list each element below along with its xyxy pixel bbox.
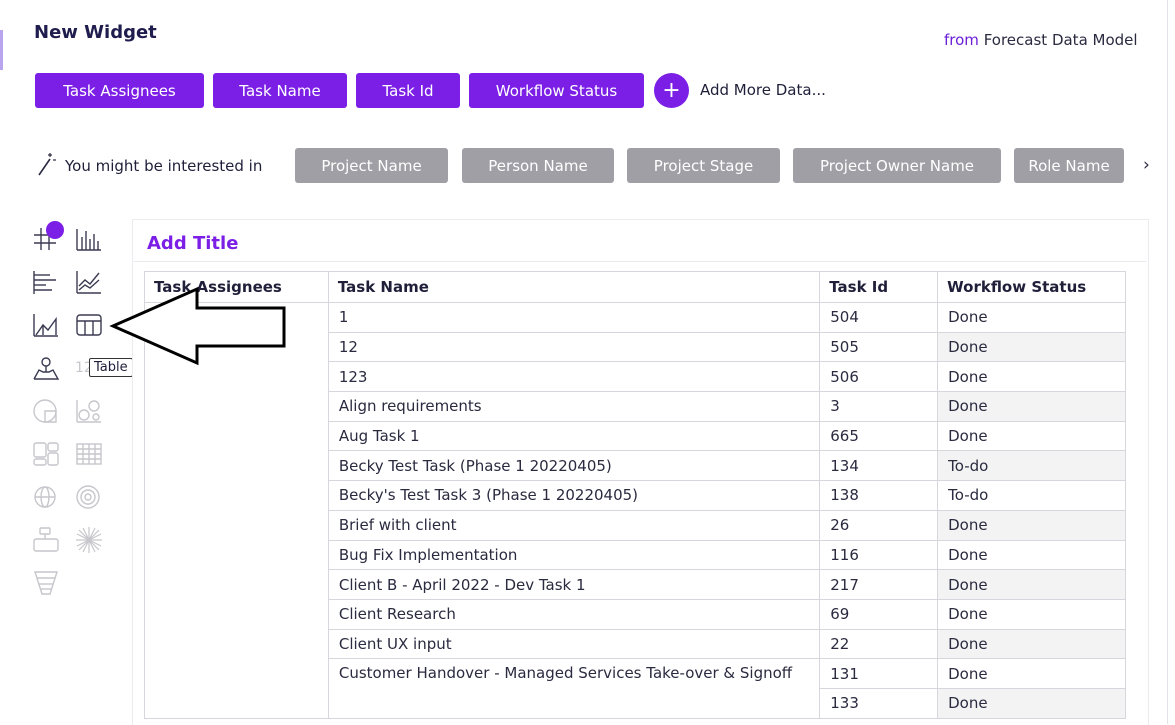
cell-task-name[interactable]: Client UX input [327, 628, 821, 660]
from-keyword: from [944, 31, 979, 49]
cell-task-name[interactable]: Align requirements [327, 391, 821, 422]
cell-task-id[interactable]: 69 [819, 598, 939, 630]
widget-title[interactable]: New Widget [34, 22, 157, 43]
cell-task-name[interactable]: 12 [327, 331, 821, 363]
area-chart-icon[interactable] [32, 311, 60, 339]
column-header-task-id[interactable]: Task Id [819, 271, 939, 303]
cell-task-name[interactable]: Becky's Test Task 3 (Phase 1 20220405) [327, 480, 821, 511]
cell-task-name[interactable]: 123 [327, 361, 821, 393]
suggestion-chip-person-name[interactable]: Person Name [462, 148, 614, 183]
suggestions-label: You might be interested in [65, 157, 263, 175]
cell-workflow-status[interactable]: Done [937, 687, 1126, 719]
cell-workflow-status[interactable]: Done [937, 302, 1126, 333]
horizontal-bar-icon[interactable] [32, 268, 60, 296]
cell-workflow-status[interactable]: Done [937, 539, 1126, 571]
column-header-workflow-status[interactable]: Workflow Status [937, 271, 1126, 303]
field-chip-workflow-status[interactable]: Workflow Status [469, 73, 644, 108]
cell-task-id[interactable]: 133 [819, 687, 939, 719]
cell-task-name[interactable]: Client B - April 2022 - Dev Task 1 [327, 569, 821, 600]
cell-task-id[interactable]: 116 [819, 539, 939, 571]
cell-task-name[interactable]: Becky Test Task (Phase 1 20220405) [327, 450, 821, 482]
cell-task-id[interactable]: 134 [819, 450, 939, 482]
cell-task-id[interactable]: 138 [819, 480, 939, 511]
bubble-icon[interactable] [75, 397, 103, 425]
cell-task-name[interactable]: Client Research [327, 598, 821, 630]
annotation-arrow [109, 286, 286, 366]
field-chip-task-name[interactable]: Task Name [213, 73, 347, 108]
cell-task-id[interactable]: 505 [819, 331, 939, 363]
cell-workflow-status[interactable]: Done [937, 509, 1126, 541]
cell-task-id[interactable]: 26 [819, 509, 939, 541]
radial-icon[interactable] [75, 483, 103, 511]
suggestion-chip-role-name[interactable]: Role Name [1014, 148, 1124, 183]
selected-indicator [46, 221, 64, 239]
add-data-button[interactable]: + [654, 73, 689, 108]
suggestion-chip-project-owner-name[interactable]: Project Owner Name [793, 148, 1001, 183]
cell-task-id[interactable]: 217 [819, 569, 939, 600]
org-chart-icon[interactable] [32, 526, 60, 554]
cell-task-name[interactable]: Bug Fix Implementation [327, 539, 821, 571]
cell-task-id[interactable]: 504 [819, 302, 939, 333]
data-table: Task Assignees Task Name Task Id Workflo… [144, 271, 1126, 719]
cell-task-id[interactable]: 22 [819, 628, 939, 660]
map-pin-icon[interactable] [32, 354, 60, 382]
funnel-icon[interactable] [32, 569, 60, 597]
cell-workflow-status[interactable]: Done [937, 569, 1126, 600]
column-header-task-name[interactable]: Task Name [327, 271, 821, 303]
data-model-name[interactable]: Forecast Data Model [984, 31, 1138, 49]
cell-workflow-status[interactable]: Done [937, 420, 1126, 452]
chevron-right-icon[interactable]: › [1143, 155, 1150, 175]
bar-chart-icon[interactable] [75, 225, 103, 253]
cell-workflow-status[interactable]: Done [937, 598, 1126, 630]
cell-task-id[interactable]: 665 [819, 420, 939, 452]
right-divider [1167, 0, 1168, 724]
cell-workflow-status[interactable]: Done [937, 628, 1126, 660]
table-icon[interactable] [75, 311, 103, 339]
cell-workflow-status[interactable]: Done [937, 658, 1126, 689]
table-row: N\A1504Done [144, 302, 1126, 719]
suggestion-chip-project-stage[interactable]: Project Stage [627, 148, 780, 183]
line-chart-icon[interactable] [75, 268, 103, 296]
cell-workflow-status[interactable]: Done [937, 361, 1126, 393]
cell-workflow-status[interactable]: To-do [937, 450, 1126, 482]
panel-divider [133, 261, 1147, 262]
cell-task-name[interactable]: Customer Handover - Managed Services Tak… [327, 658, 821, 719]
data-model-source[interactable]: from Forecast Data Model [944, 31, 1138, 49]
add-more-data-link[interactable]: Add More Data... [700, 81, 826, 99]
cell-workflow-status[interactable]: To-do [937, 480, 1126, 511]
globe-icon[interactable] [32, 483, 60, 511]
cell-task-name[interactable]: Brief with client [327, 509, 821, 541]
cell-task-name[interactable]: 1 [327, 302, 821, 333]
cell-task-id[interactable]: 506 [819, 361, 939, 393]
field-chip-task-assignees[interactable]: Task Assignees [35, 73, 204, 108]
cell-workflow-status[interactable]: Done [937, 331, 1126, 363]
heatmap-icon[interactable] [75, 440, 103, 468]
suggestion-chip-project-name[interactable]: Project Name [295, 148, 448, 183]
treemap-icon[interactable] [32, 440, 60, 468]
cell-workflow-status[interactable]: Done [937, 391, 1126, 422]
add-title-link[interactable]: Add Title [147, 233, 238, 254]
plus-icon: + [662, 78, 681, 103]
table-header-row: Task Assignees Task Name Task Id Workflo… [144, 271, 1126, 303]
pie-chart-icon[interactable] [32, 397, 60, 425]
left-accent-bar [0, 30, 3, 70]
field-chip-task-id[interactable]: Task Id [356, 73, 460, 108]
cell-task-id[interactable]: 3 [819, 391, 939, 422]
burst-icon[interactable] [75, 526, 103, 554]
magic-wand-icon [36, 153, 56, 181]
cell-task-id[interactable]: 131 [819, 658, 939, 689]
cell-task-name[interactable]: Aug Task 1 [327, 420, 821, 452]
